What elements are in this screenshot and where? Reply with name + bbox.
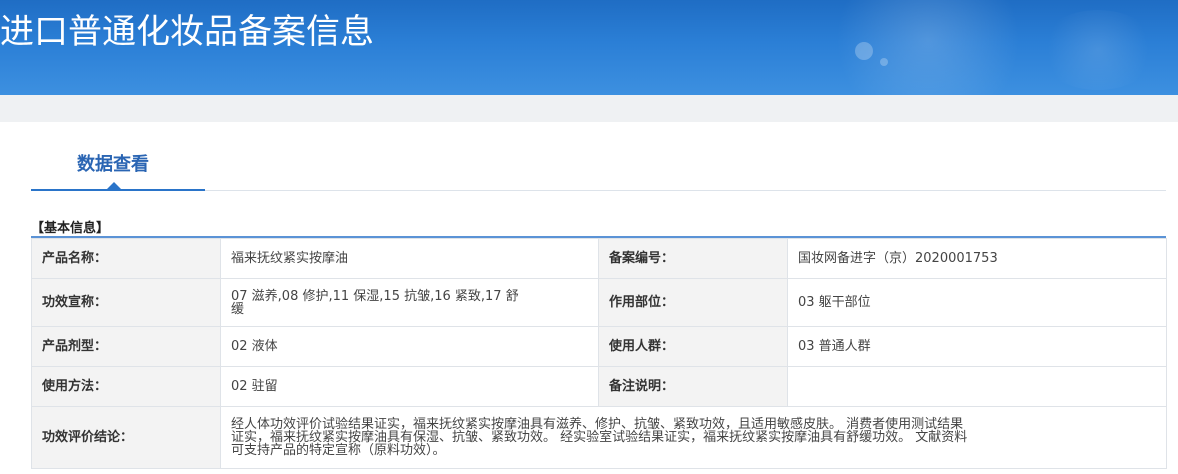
section-title-basic-info: 【基本信息】	[31, 221, 110, 236]
banner-dot-decoration	[855, 42, 873, 60]
tab-data-view[interactable]: 数据查看	[77, 150, 149, 176]
record-number-value: 国妆网备进字（京）2020001753	[787, 238, 1167, 279]
table-row: 产品剂型： 02 液体 使用人群： 03 普通人群	[31, 326, 1167, 367]
body-part-label: 作用部位：	[598, 278, 788, 327]
dosage-form-value: 02 液体	[220, 326, 599, 367]
active-tab-underline	[31, 189, 205, 191]
efficacy-claim-cell: 07 滋养,08 修护,11 保湿,15 抗皱,16 紧致,17 舒缓	[220, 278, 599, 327]
product-name-label: 产品名称：	[31, 238, 221, 279]
header-gray-strip	[0, 95, 1178, 122]
tab-bar: 数据查看	[31, 140, 1166, 192]
record-number-label: 备案编号：	[598, 238, 788, 279]
dosage-form-label: 产品剂型：	[31, 326, 221, 367]
table-row: 功效宣称： 07 滋养,08 修护,11 保湿,15 抗皱,16 紧致,17 舒…	[31, 278, 1167, 327]
efficacy-conclusion-cell: 经人体功效评价试验结果证实，福来抚纹紧实按摩油具有滋养、修护、抗皱、紧致功效，且…	[220, 406, 1167, 469]
page-title: 进口普通化妆品备案信息	[0, 12, 374, 52]
remarks-label: 备注说明：	[598, 366, 788, 407]
user-group-value: 03 普通人群	[787, 326, 1167, 367]
product-name-value: 福来抚纹紧实按摩油	[220, 238, 599, 279]
table-row: 产品名称： 福来抚纹紧实按摩油 备案编号： 国妆网备进字（京）202000175…	[31, 238, 1167, 279]
remarks-value	[787, 366, 1167, 407]
efficacy-claim-value: 07 滋养,08 修护,11 保湿,15 抗皱,16 紧致,17 舒缓	[231, 288, 519, 317]
table-row: 使用方法： 02 驻留 备注说明：	[31, 366, 1167, 407]
user-group-label: 使用人群：	[598, 326, 788, 367]
efficacy-conclusion-label: 功效评价结论：	[31, 406, 221, 469]
banner-glow-decoration	[1038, 10, 1158, 90]
usage-method-value: 02 驻留	[220, 366, 599, 407]
banner-dot-decoration	[880, 58, 888, 66]
basic-info-table: 产品名称： 福来抚纹紧实按摩油 备案编号： 国妆网备进字（京）202000175…	[31, 238, 1167, 469]
header-banner: 进口普通化妆品备案信息	[0, 0, 1178, 95]
table-row: 功效评价结论： 经人体功效评价试验结果证实，福来抚纹紧实按摩油具有滋养、修护、抗…	[31, 406, 1167, 469]
body-part-value: 03 躯干部位	[787, 278, 1167, 327]
active-tab-indicator-icon	[107, 182, 121, 189]
efficacy-conclusion-value: 经人体功效评价试验结果证实，福来抚纹紧实按摩油具有滋养、修护、抗皱、紧致功效，且…	[231, 417, 968, 458]
efficacy-claim-label: 功效宣称：	[31, 278, 221, 327]
banner-glow-decoration	[818, 0, 1038, 95]
usage-method-label: 使用方法：	[31, 366, 221, 407]
